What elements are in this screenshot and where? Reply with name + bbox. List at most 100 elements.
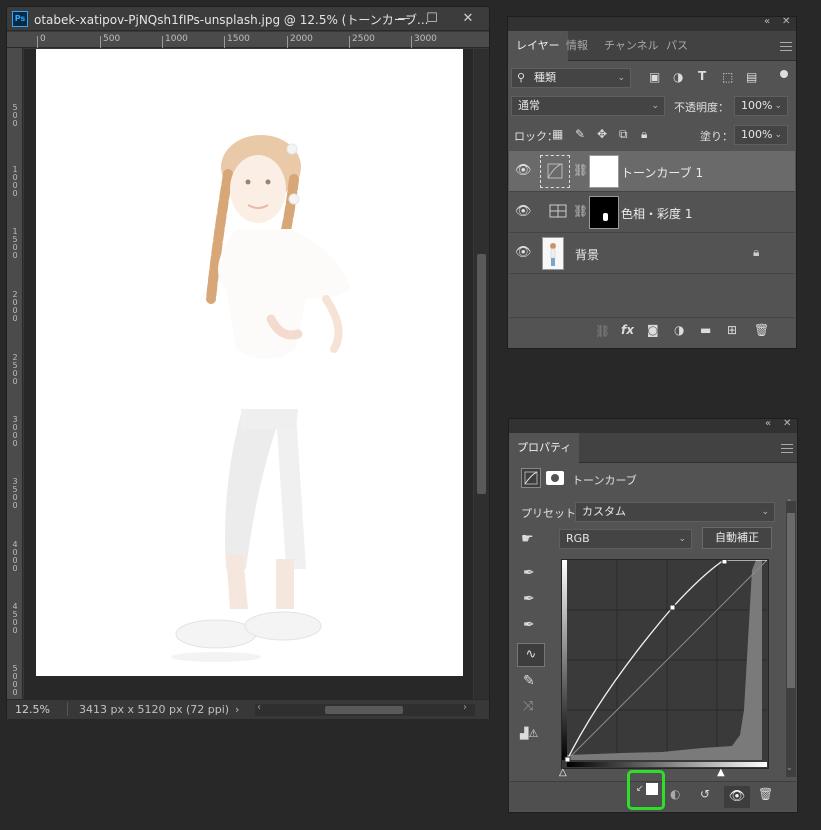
view-previous-state-icon[interactable]: ◐ — [670, 787, 680, 801]
gray-point-eyedropper-icon[interactable]: ✒︎ — [523, 591, 535, 607]
add-mask-icon[interactable]: ◙ — [647, 323, 659, 337]
ruler-horizontal[interactable]: 0 500 1000 1500 2000 2500 3000 — [7, 32, 489, 48]
tab-info[interactable]: 情報 — [558, 31, 596, 61]
close-panel-icon[interactable]: ✕ — [783, 418, 791, 429]
document-image[interactable] — [36, 49, 463, 676]
blend-mode-dropdown[interactable]: 通常 ⌄ — [511, 96, 665, 116]
zoom-level[interactable]: 12.5% — [15, 703, 50, 716]
layer-row-hue-saturation[interactable]: 👁︎ ⛓︎ 色相・彩度 1 — [509, 192, 795, 233]
layer-image-thumbnail[interactable] — [542, 237, 564, 270]
eye-icon[interactable]: 👁︎ — [724, 786, 750, 808]
document-size-info[interactable]: 3413 px x 5120 px (72 ppi) — [79, 703, 229, 716]
layer-row-background[interactable]: 👁︎ 背景 🔒︎ — [509, 233, 795, 274]
panel-menu-icon[interactable] — [781, 444, 793, 453]
layer-mask-thumbnail[interactable] — [589, 155, 619, 188]
ruler-tick: 2 0 0 0 — [12, 290, 18, 323]
white-point-eyedropper-icon[interactable]: ✒︎ — [523, 617, 535, 633]
pencil-icon[interactable]: ✎ — [523, 673, 535, 689]
collapse-panel-icon[interactable]: « — [764, 16, 770, 27]
smooth-curve-icon[interactable]: ⤨ — [523, 699, 533, 714]
curves-adjustment-icon[interactable] — [521, 468, 541, 488]
new-layer-icon[interactable]: ⊞ — [727, 323, 737, 337]
close-icon[interactable]: ✕ — [453, 10, 483, 28]
scroll-left-icon[interactable]: ‹ — [257, 702, 261, 713]
shape-filter-icon[interactable]: ⬚ — [722, 70, 733, 84]
curves-graph[interactable] — [561, 558, 769, 769]
opacity-field[interactable]: 100% ⌄ — [734, 96, 788, 116]
document-title-bar[interactable]: Ps otabek-xatipov-PjNQsh1fIPs-unsplash.j… — [7, 7, 489, 31]
preset-dropdown[interactable]: カスタム ⌄ — [575, 502, 775, 522]
link-icon[interactable]: ⛓︎ — [573, 204, 588, 218]
auto-button[interactable]: 自動補正 — [702, 527, 772, 549]
close-panel-icon[interactable]: ✕ — [782, 16, 790, 27]
fx-icon[interactable]: fx — [621, 323, 634, 337]
clip-to-layer-button[interactable]: ↙ — [627, 770, 665, 810]
curve-edit-points-icon[interactable]: ∿ — [517, 643, 545, 667]
ruler-tick: 4 0 0 0 — [12, 540, 18, 573]
layer-name[interactable]: トーンカーブ 1 — [621, 164, 703, 181]
lock-move-icon[interactable]: ✥ — [597, 127, 607, 141]
ruler-tick: 1 0 0 0 — [12, 165, 18, 198]
lock-transparent-icon[interactable]: ▦ — [552, 127, 563, 141]
filter-toggle-icon[interactable] — [780, 70, 788, 78]
layer-row-curves[interactable]: 👁︎ ⛓︎ トーンカーブ 1 — [509, 151, 795, 192]
white-input-slider-icon[interactable]: ▲ — [717, 767, 725, 778]
smart-object-filter-icon[interactable]: ▤ — [746, 70, 757, 84]
maximize-icon[interactable]: ☐ — [417, 10, 447, 28]
new-adjustment-layer-icon[interactable]: ◑ — [674, 323, 684, 337]
ruler-vertical[interactable]: 5 0 0 1 0 0 0 1 5 0 0 2 0 0 0 2 5 0 0 3 … — [7, 48, 23, 699]
eye-icon[interactable]: 👁︎ — [515, 163, 532, 179]
link-layers-icon[interactable]: ⛓︎ — [595, 324, 610, 338]
mask-icon[interactable] — [546, 471, 564, 485]
layer-name[interactable]: 背景 — [575, 246, 599, 263]
panel-menu-icon[interactable] — [780, 42, 792, 51]
properties-scrollbar[interactable]: ⌃ ⌄ — [786, 498, 796, 777]
status-menu-arrow-icon[interactable]: › — [235, 703, 239, 716]
new-group-icon[interactable]: ▬ — [700, 323, 711, 337]
chevron-down-icon: ⌄ — [651, 101, 659, 111]
layer-filter-dropdown[interactable]: ⚲ 種類 ⌄ — [511, 68, 631, 88]
link-icon[interactable]: ⛓︎ — [573, 163, 588, 177]
canvas-area[interactable] — [24, 49, 473, 699]
chevron-down-icon: ⌄ — [617, 73, 625, 83]
vertical-scrollbar[interactable] — [474, 49, 489, 699]
type-filter-icon[interactable]: T — [698, 69, 706, 83]
delete-adjustment-icon[interactable]: 🗑︎ — [758, 787, 773, 801]
scroll-down-icon[interactable]: ⌄ — [786, 763, 793, 772]
black-point-eyedropper-icon[interactable]: ✒︎ — [523, 565, 535, 581]
ruler-tick: 2000 — [290, 34, 313, 44]
vertical-scroll-thumb[interactable] — [477, 254, 486, 494]
black-input-slider-icon[interactable]: △ — [559, 767, 567, 778]
tab-paths[interactable]: パス — [658, 31, 696, 61]
delete-layer-icon[interactable]: 🗑︎ — [754, 323, 769, 337]
eye-icon[interactable]: 👁︎ — [515, 245, 532, 261]
adjustment-filter-icon[interactable]: ◑ — [673, 70, 683, 84]
fill-field[interactable]: 100% ⌄ — [734, 125, 788, 145]
horizontal-scroll-thumb[interactable] — [325, 706, 403, 714]
scroll-right-icon[interactable]: › — [463, 702, 467, 713]
lock-paint-icon[interactable]: ✎ — [575, 127, 585, 141]
horizontal-scrollbar[interactable]: ‹ › — [255, 702, 475, 716]
mask-shape — [603, 213, 608, 221]
layers-tab-row: レイヤー 情報 チャンネル パス — [508, 31, 796, 61]
properties-scroll-thumb[interactable] — [787, 513, 795, 688]
minimize-icon[interactable]: — — [389, 10, 419, 28]
lock-all-icon[interactable]: 🔒︎ — [641, 127, 647, 142]
properties-footer-toolbar: ↙ ◐ ↺ 👁︎ 🗑︎ — [510, 770, 796, 811]
layer-name[interactable]: 色相・彩度 1 — [621, 205, 692, 222]
layer-mask-thumbnail[interactable] — [589, 196, 619, 229]
tab-properties[interactable]: プロパティ — [509, 433, 580, 463]
scroll-up-icon[interactable]: ⌃ — [786, 498, 793, 507]
ruler-tick: 3 0 0 0 — [12, 415, 18, 448]
adjustment-type-label: トーンカーブ — [572, 474, 637, 487]
pixel-filter-icon[interactable]: ▣ — [649, 70, 660, 84]
reset-adjustment-icon[interactable]: ↺ — [700, 787, 710, 801]
ruler-tick: 1500 — [227, 34, 250, 44]
eye-icon[interactable]: 👁︎ — [515, 204, 532, 220]
channel-dropdown[interactable]: RGB ⌄ — [559, 529, 692, 549]
clipping-warning-icon[interactable]: ▟⚠ — [520, 727, 538, 740]
tab-channels[interactable]: チャンネル — [596, 31, 667, 61]
targeted-adjustment-hand-icon[interactable]: ☛ — [521, 531, 534, 547]
collapse-panel-icon[interactable]: « — [765, 418, 771, 429]
lock-artboard-icon[interactable]: ⧉ — [619, 127, 628, 142]
